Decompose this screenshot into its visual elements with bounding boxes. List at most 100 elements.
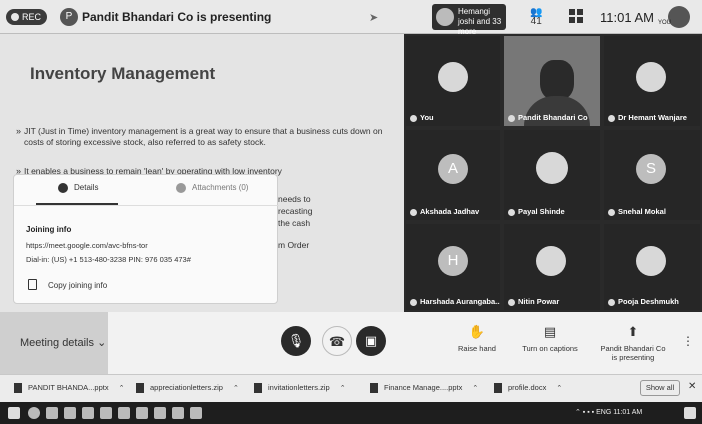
- more-options-icon[interactable]: ⋮: [682, 334, 694, 348]
- taskbar-app-icon[interactable]: [64, 407, 76, 419]
- raise-hand-label: Raise hand: [458, 344, 496, 353]
- participant-name: Dr Hemant Wanjare: [608, 113, 687, 122]
- mic-toggle-button[interactable]: 🎙: [281, 326, 311, 356]
- start-icon[interactable]: [8, 407, 20, 419]
- participant-name: Pooja Deshmukh: [608, 297, 679, 306]
- taskbar-app-icon[interactable]: [154, 407, 166, 419]
- participant-tile-snehal[interactable]: S Snehal Mokal: [604, 130, 700, 220]
- camera-toggle-button[interactable]: ▣: [356, 326, 386, 356]
- file-icon: [14, 383, 22, 394]
- notification-icon[interactable]: [684, 407, 696, 419]
- avatar: [438, 62, 468, 92]
- participant-tile-nitin[interactable]: Nitin Powar: [504, 224, 600, 310]
- download-item[interactable]: invitationletters.zip ⌃: [254, 383, 346, 394]
- participants-button[interactable]: 👥 41: [530, 8, 542, 27]
- info-icon: [58, 183, 68, 193]
- slide-title: Inventory Management: [30, 64, 216, 83]
- tray-icons: ⌃ ▪ ▪ ▪: [575, 409, 597, 416]
- mic-off-icon: 🎙: [287, 333, 305, 348]
- hand-icon: ✋: [468, 324, 486, 339]
- chevron-up-icon[interactable]: ⌃: [233, 385, 239, 392]
- download-filename: invitationletters.zip: [268, 383, 330, 392]
- avatar: [536, 152, 568, 184]
- system-tray: ⌃ ▪ ▪ ▪ ENG 11:01 AM: [575, 408, 642, 416]
- attachment-icon: [176, 183, 186, 193]
- show-all-button[interactable]: Show all: [640, 380, 680, 396]
- participant-name: Harshada Aurangaba...: [410, 297, 500, 306]
- chevron-up-icon[interactable]: ⌃: [472, 385, 478, 392]
- video-face: [540, 60, 574, 100]
- avatar: [636, 246, 666, 276]
- joining-info-title: Joining info: [26, 225, 72, 234]
- participant-name: Nitin Powar: [508, 297, 559, 306]
- participant-name: Pandit Bhandari Co: [508, 113, 588, 122]
- copy-icon[interactable]: [28, 279, 37, 290]
- captions-label: Turn on captions: [522, 344, 578, 353]
- meeting-link[interactable]: https://meet.google.com/avc-bfns-tor: [26, 241, 148, 250]
- taskbar-app-icon[interactable]: [82, 407, 94, 419]
- meeting-details-label: Meeting details ⌄: [20, 337, 107, 349]
- taskbar-app-icon[interactable]: [172, 407, 184, 419]
- slide-text-fragment: recasting: [278, 206, 313, 216]
- participant-tile-harshada[interactable]: H Harshada Aurangaba...: [406, 224, 500, 310]
- present-icon: ⬆: [627, 324, 639, 339]
- participant-count: 41: [530, 16, 542, 27]
- tab-details[interactable]: Details: [58, 183, 98, 203]
- downloads-bar: PANDIT BHANDA...pptx ⌃ appreciationletter…: [0, 374, 702, 402]
- hang-up-icon: ☎: [328, 334, 346, 349]
- taskbar-app-icon[interactable]: [100, 407, 112, 419]
- download-item[interactable]: PANDIT BHANDA...pptx ⌃: [14, 383, 125, 394]
- download-filename: profile.docx: [508, 383, 547, 392]
- presenting-label: Pandit Bhandari Co is presenting: [600, 344, 666, 362]
- meeting-details-button[interactable]: Meeting details ⌄: [0, 312, 108, 374]
- participant-tile-featured[interactable]: Pandit Bhandari Co: [504, 36, 600, 126]
- participant-tile-hemant[interactable]: Dr Hemant Wanjare: [604, 36, 700, 126]
- participant-tile-akshada[interactable]: A Akshada Jadhav: [406, 130, 500, 220]
- participant-tile-you[interactable]: You: [406, 36, 500, 126]
- download-item[interactable]: Finance Manage....pptx ⌃: [370, 383, 478, 394]
- download-filename: PANDIT BHANDA...pptx: [28, 383, 109, 392]
- slide-text-fragment: needs to: [278, 194, 311, 204]
- participant-name: Akshada Jadhav: [410, 207, 479, 216]
- chevron-up-icon[interactable]: ⌃: [556, 385, 562, 392]
- download-item[interactable]: profile.docx ⌃: [494, 383, 562, 394]
- layout-grid-icon[interactable]: [568, 8, 584, 24]
- download-filename: Finance Manage....pptx: [384, 383, 463, 392]
- self-label: YOU: [658, 20, 672, 26]
- captions-button[interactable]: ▤ Turn on captions: [518, 324, 582, 353]
- file-icon: [136, 383, 144, 394]
- captions-icon: ▤: [543, 324, 557, 339]
- task-view-icon[interactable]: [46, 407, 58, 419]
- download-item[interactable]: appreciationletters.zip ⌃: [136, 383, 239, 394]
- tab-attachments-label: Attachments (0): [192, 183, 249, 193]
- taskbar-app-icon[interactable]: [118, 407, 130, 419]
- tab-details-label: Details: [74, 183, 99, 193]
- people-chip[interactable]: Hemangi joshi and 33 more: [432, 4, 506, 36]
- taskbar-app-icon[interactable]: [136, 407, 148, 419]
- people-chip-text: Hemangi joshi and 33 more: [458, 7, 502, 36]
- chevron-up-icon[interactable]: ⌃: [340, 385, 346, 392]
- file-icon: [370, 383, 378, 394]
- clock-time: 11:01 AM: [600, 10, 654, 25]
- chevron-up-icon[interactable]: ⌃: [119, 385, 125, 392]
- search-icon[interactable]: [28, 407, 40, 419]
- participant-name: Snehal Mokal: [608, 207, 666, 216]
- close-icon[interactable]: ✕: [688, 381, 696, 392]
- tab-attachments[interactable]: Attachments (0): [176, 183, 248, 203]
- taskbar-app-icon[interactable]: [190, 407, 202, 419]
- presenting-button[interactable]: ⬆ Pandit Bhandari Co is presenting: [598, 324, 668, 362]
- copy-joining-info-button[interactable]: Copy joining info: [48, 281, 107, 290]
- slide-bullet: JIT (Just in Time) inventory management …: [16, 126, 396, 148]
- raise-hand-button[interactable]: ✋ Raise hand: [445, 324, 509, 353]
- participant-tile-payal[interactable]: Payal Shinde: [504, 130, 600, 220]
- windows-taskbar: ⌃ ▪ ▪ ▪ ENG 11:01 AM: [0, 402, 702, 424]
- leave-call-button[interactable]: ☎: [322, 326, 352, 356]
- tab-divider: [14, 205, 279, 206]
- participant-name: Payal Shinde: [508, 207, 565, 216]
- participant-tile-pooja[interactable]: Pooja Deshmukh: [604, 224, 700, 310]
- recording-badge: REC: [6, 9, 48, 25]
- chevron-down-icon: ⌄: [97, 337, 107, 349]
- meeting-control-bar: Meeting details ⌄ 🎙 ☎ ▣ ✋ Raise hand ▤ T…: [0, 312, 702, 374]
- mouse-cursor-icon: ➤: [369, 12, 379, 24]
- self-avatar[interactable]: [668, 6, 690, 28]
